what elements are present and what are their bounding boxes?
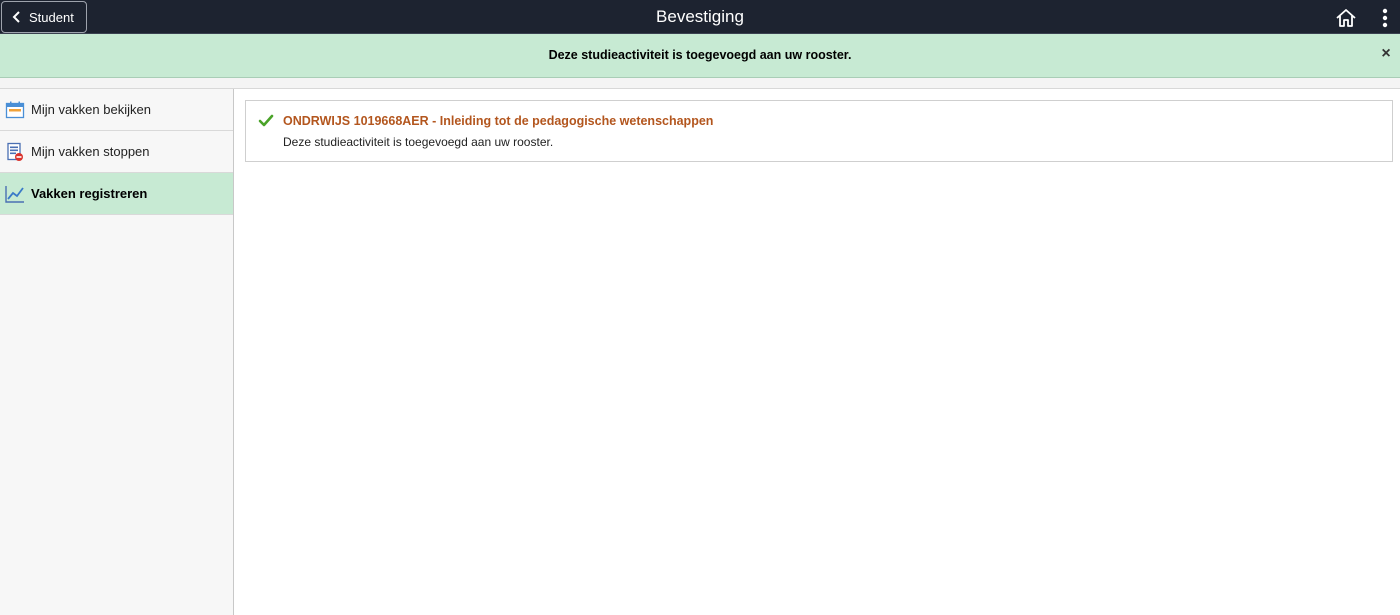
drop-course-icon <box>5 142 25 162</box>
sidebar-item-drop-courses[interactable]: Mijn vakken stoppen <box>0 131 233 173</box>
course-title: ONDRWIJS 1019668AER - Inleiding tot de p… <box>283 114 714 128</box>
chevron-left-icon <box>12 11 20 23</box>
sidebar-item-label: Vakken registreren <box>31 186 148 201</box>
actions-menu-button[interactable] <box>1375 5 1395 31</box>
banner-close-button[interactable]: × <box>1377 45 1395 63</box>
sidebar-item-view-courses[interactable]: Mijn vakken bekijken <box>0 89 233 131</box>
home-icon <box>1336 9 1356 27</box>
checkmark-icon <box>258 114 274 127</box>
banner-message: Deze studieactiviteit is toegevoegd aan … <box>548 48 852 62</box>
success-banner: Deze studieactiviteit is toegevoegd aan … <box>0 34 1400 78</box>
more-vertical-icon <box>1382 8 1388 28</box>
page-title: Bevestiging <box>656 7 744 26</box>
sidebar-item-label: Mijn vakken bekijken <box>31 102 151 117</box>
home-button[interactable] <box>1333 6 1359 30</box>
back-button-label: Student <box>29 9 74 25</box>
confirmation-result: ONDRWIJS 1019668AER - Inleiding tot de p… <box>245 100 1393 162</box>
sidebar-item-register-courses[interactable]: Vakken registreren <box>0 173 233 215</box>
top-header: Student Bevestiging <box>0 0 1400 34</box>
sidebar-item-label: Mijn vakken stoppen <box>31 144 150 159</box>
header-strip <box>0 78 1400 89</box>
trend-chart-icon <box>5 184 25 204</box>
main-content: ONDRWIJS 1019668AER - Inleiding tot de p… <box>234 89 1400 615</box>
course-status-message: Deze studieactiviteit is toegevoegd aan … <box>283 135 554 149</box>
back-to-student-button[interactable]: Student <box>1 1 87 33</box>
calendar-icon <box>5 100 25 120</box>
sidebar: Mijn vakken bekijken Mijn vakken stoppen… <box>0 89 234 615</box>
